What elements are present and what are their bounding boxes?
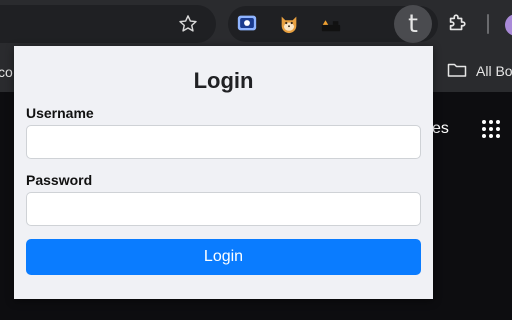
password-input[interactable] [26,192,421,226]
username-label: Username [26,105,94,121]
all-bookmarks-link[interactable]: All Bo [476,63,512,79]
login-button[interactable]: Login [26,239,421,275]
t-extension-icon[interactable]: t [394,5,432,43]
extensions-puzzle-icon[interactable] [446,12,468,34]
bookmark-item-partial[interactable]: co [0,64,13,80]
screenshot-extension-icon[interactable] [236,12,258,34]
toolbar-divider [487,14,489,34]
popup-title: Login [193,68,254,93]
password-label: Password [26,172,93,188]
login-popup: Login Username Password Login [14,46,433,299]
apps-grid-icon[interactable] [481,119,501,139]
folder-icon[interactable] [447,62,467,78]
star-icon[interactable] [177,13,199,35]
dark-extension-icon[interactable] [320,12,342,34]
username-input[interactable] [26,125,421,159]
page-text-partial: es [432,120,449,137]
shiba-extension-icon[interactable] [278,12,300,34]
